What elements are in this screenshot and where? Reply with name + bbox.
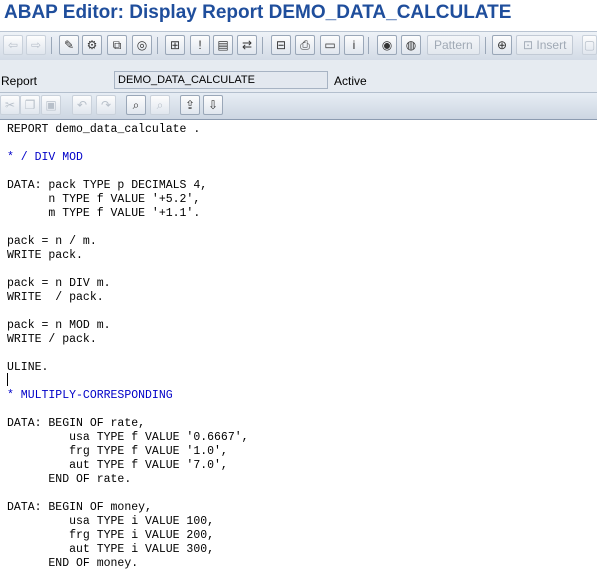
stop-icon[interactable]: ◍ — [401, 35, 421, 55]
check-icon[interactable]: ◎ — [132, 35, 152, 55]
code-line: REPORT demo_data_calculate . — [7, 123, 201, 136]
object-list-icon[interactable]: ⊟ — [271, 35, 291, 55]
where-used-icon[interactable]: ⊞ — [165, 35, 185, 55]
code-editor[interactable]: REPORT demo_data_calculate . * / DIV MOD D… — [0, 119, 597, 569]
application-toolbar: ⇦ ⇨ ✎ ⚙ ⧉ ◎ ⊞! ▤ ⇄ ⊟ ⎙ ▭ i ◉ ◍ Pattern ⊕ ⊡ Insert ▢ — [0, 31, 597, 61]
toolbar-separator — [485, 37, 486, 54]
more-options-icon[interactable]: ▢ — [582, 35, 597, 55]
report-status: Active — [334, 74, 367, 88]
info-icon[interactable]: i — [344, 35, 364, 55]
insert-button[interactable]: ⊡ Insert — [516, 35, 574, 55]
code-line: WRITE / pack. — [7, 291, 104, 304]
forward-arrow-icon[interactable]: ⇨ — [26, 35, 46, 55]
download-icon[interactable]: ⇩ — [203, 95, 223, 115]
active-inactive-icon[interactable]: ⚙ — [82, 35, 102, 55]
code-comment-line: * / DIV MOD — [7, 151, 83, 164]
code-line: pack = n DIV m. — [7, 277, 111, 290]
code-line: frg TYPE i VALUE 200, — [7, 529, 215, 542]
code-line: aut TYPE f VALUE '7.0', — [7, 459, 228, 472]
test-icon[interactable]: ▤ — [213, 35, 233, 55]
code-comment-line: * MULTIPLY-CORRESPONDING — [7, 389, 173, 402]
cut-icon[interactable]: ✂ — [0, 95, 20, 115]
code-line: pack = n / m. — [7, 235, 97, 248]
pretty-printer-icon[interactable]: ⊕ — [492, 35, 512, 55]
back-arrow-icon[interactable]: ⇦ — [3, 35, 23, 55]
display-change-icon[interactable]: ✎ — [59, 35, 79, 55]
toolbar-separator — [157, 37, 158, 54]
code-line: WRITE / pack. — [7, 333, 97, 346]
code-line: n TYPE f VALUE '+5.2', — [7, 193, 201, 206]
code-line: pack = n MOD m. — [7, 319, 111, 332]
paste-icon[interactable]: ▣ — [41, 95, 61, 115]
undo-icon[interactable]: ↶ — [72, 95, 92, 115]
redo-icon[interactable]: ↷ — [96, 95, 116, 115]
code-line: DATA: BEGIN OF money, — [7, 501, 152, 514]
code-line: aut TYPE i VALUE 300, — [7, 543, 215, 556]
code-line: usa TYPE f VALUE '0.6667', — [7, 431, 249, 444]
pattern-button[interactable]: Pattern — [427, 35, 480, 55]
copy-icon[interactable]: ❐ — [20, 95, 40, 115]
code-line: WRITE pack. — [7, 249, 83, 262]
code-line: END OF money. — [7, 557, 139, 569]
title-bar: ABAP Editor: Display Report DEMO_DATA_CA… — [0, 0, 597, 30]
activate-icon[interactable]: ! — [190, 35, 210, 55]
code-line: usa TYPE i VALUE 100, — [7, 515, 215, 528]
other-object-icon[interactable]: ⧉ — [107, 35, 127, 55]
report-label: Report — [1, 74, 38, 88]
print-icon[interactable]: ⎙ — [295, 35, 315, 55]
code-line: m TYPE f VALUE '+1.1'. — [7, 207, 201, 220]
find-next-icon[interactable]: ⌕ — [150, 95, 170, 115]
toolbar-separator — [262, 37, 263, 54]
report-name-field[interactable]: DEMO_DATA_CALCULATE — [114, 71, 328, 89]
breakpoint-icon[interactable]: ◉ — [377, 35, 397, 55]
code-line: DATA: pack TYPE p DECIMALS 4, — [7, 179, 208, 192]
display-object-icon[interactable]: ▭ — [320, 35, 340, 55]
code-line: ULINE. — [7, 361, 49, 374]
window-title: ABAP Editor: Display Report DEMO_DATA_CA… — [4, 2, 512, 23]
code-line: END OF rate. — [7, 473, 132, 486]
code-line: frg TYPE f VALUE '1.0', — [7, 445, 228, 458]
toolbar-separator — [368, 37, 369, 54]
editor-toolbar: ✂ ❐ ▣ ↶ ↷ ⌕ ⌕ ⇪ ⇩ — [0, 92, 597, 120]
upload-icon[interactable]: ⇪ — [180, 95, 200, 115]
toolbar-separator — [51, 37, 52, 54]
code-line: DATA: BEGIN OF rate, — [7, 417, 146, 430]
find-icon[interactable]: ⌕ — [126, 95, 146, 115]
navigate-icon[interactable]: ⇄ — [237, 35, 257, 55]
